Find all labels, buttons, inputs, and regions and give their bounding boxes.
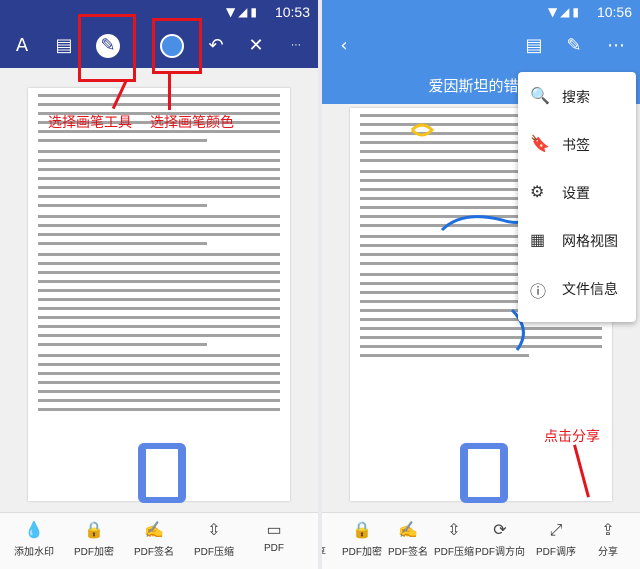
page-thumbnail[interactable] [460,443,508,503]
edit-note-icon[interactable]: ▤ [522,34,546,58]
pen-icon: ✍ [144,522,164,539]
note-tool-icon[interactable]: ▤ [52,34,76,58]
bottom-toolbar: 💧 添加水印 🔒 PDF加密 ✍ PDF签名 ⇳ PDF压缩 ▭ PDF [0,512,318,569]
page-thumbnail[interactable] [138,443,186,503]
share-button-right[interactable]: ⇪ 分享 [578,519,638,558]
more-dots-icon[interactable]: ⋯ [284,34,308,58]
grid-icon: ▦ [530,232,546,249]
droplet-icon: 💧 [24,522,44,539]
encrypt-button[interactable]: 🔒 PDF加密 [64,519,124,558]
menu-bookmark[interactable]: 🔖 书签 [518,120,636,168]
menu-file-info[interactable]: ⓘ 文件信息 [518,264,636,312]
share-icon: ⇪ [601,522,615,539]
right-screenshot: ▼◢▮ 10:56 ‹ ▤ ✎ ⋯ 爱因斯坦的错误 🔍 搜索 🔖 书签 ⚙ 设置 ▦ 网… [322,0,640,569]
annotation-pen-tool: 选择画笔工具 [48,116,132,131]
lock-icon: 🔒 [84,522,104,539]
pdf-icon: ▭ [266,522,282,539]
pdf-page [28,88,290,501]
annotation-share: 点击分享 [544,430,600,445]
yellow-stroke [410,123,435,137]
reorder-icon: ⤢ [549,522,563,539]
menu-search[interactable]: 🔍 搜索 [518,72,636,120]
rotate-button[interactable]: ⟳ PDF调方向 [470,519,530,558]
menu-settings[interactable]: ⚙ 设置 [518,168,636,216]
left-screenshot: ▼◢▮ 10:53 A ▤ ✎ ↶ ✕ ⋯ 选择画笔工具 选择画笔颜色 💧 添加水… [0,0,318,569]
reorder-button[interactable]: ⤢ PDF调序 [526,519,586,558]
annotation-arrow [168,74,171,110]
undo-icon[interactable]: ↶ [204,34,228,58]
status-time: 10:53 [274,4,310,20]
text-tool-icon[interactable]: A [10,34,34,58]
info-icon: ⓘ [530,284,547,301]
gear-icon: ⚙ [530,184,545,201]
sign-button[interactable]: ✍ PDF签名 [124,519,184,558]
reader-toolbar: ‹ ▤ ✎ ⋯ [322,24,640,68]
more-icon[interactable]: ⋯ [604,34,628,58]
rotate-icon: ⟳ [493,522,507,539]
status-time: 10:56 [596,4,632,20]
compress-button[interactable]: ⇳ PDF压缩 [184,519,244,558]
pen-icon[interactable]: ✎ [562,34,586,58]
status-icons: ▼◢▮ [225,5,260,19]
status-bar: ▼◢▮ 10:56 [322,0,640,24]
back-icon[interactable]: ‹ [332,34,356,58]
color-tool-highlight [152,18,202,74]
bottom-toolbar: ⇪分享 🔒PDF加密 ✍PDF签名 ⇳PDF压缩 ⟳PDF调方向 ⤢PDF调序 … [322,512,640,569]
compress-icon: ⇳ [207,522,221,539]
status-icons: ▼◢▮ [547,5,582,19]
overflow-menu: 🔍 搜索 🔖 书签 ⚙ 设置 ▦ 网格视图 ⓘ 文件信息 [518,72,636,322]
watermark-button[interactable]: 💧 添加水印 [4,519,64,558]
pen-tool-highlight [78,14,136,82]
search-icon: 🔍 [530,88,550,105]
pdf-more-button[interactable]: ▭ PDF [244,519,304,554]
annotation-pen-color: 选择画笔颜色 [150,116,234,131]
bookmark-icon: 🔖 [530,136,550,153]
menu-grid-view[interactable]: ▦ 网格视图 [518,216,636,264]
close-icon[interactable]: ✕ [244,34,268,58]
